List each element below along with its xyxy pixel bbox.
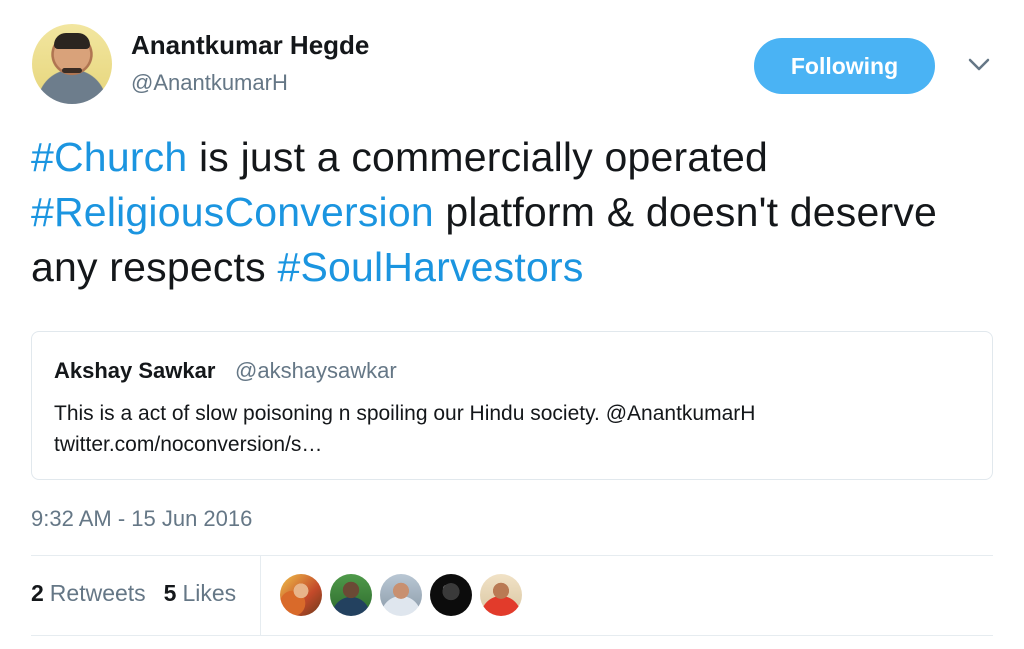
engagement-stats: 2 Retweets 5 Likes bbox=[31, 580, 236, 607]
divider bbox=[31, 555, 993, 556]
quoted-tweet-text: This is a act of slow poisoning n spoili… bbox=[54, 398, 954, 460]
liker-avatar[interactable] bbox=[280, 574, 322, 616]
tweet-timestamp[interactable]: 9:32 AM - 15 Jun 2016 bbox=[31, 506, 252, 532]
hashtag-link[interactable]: #ReligiousConversion bbox=[31, 189, 434, 235]
retweets-count: 2 bbox=[31, 580, 44, 606]
quoted-text-line: This is a act of slow poisoning n spoili… bbox=[54, 402, 756, 425]
quoted-tweet[interactable]: Akshay Sawkar @akshaysawkar This is a ac… bbox=[31, 331, 993, 480]
author-name[interactable]: Anantkumar Hegde bbox=[131, 30, 369, 61]
likes-count: 5 bbox=[163, 580, 177, 606]
chevron-down-icon[interactable] bbox=[966, 54, 992, 74]
divider bbox=[31, 635, 993, 636]
author-avatar[interactable] bbox=[32, 24, 112, 104]
quoted-link[interactable]: twitter.com/noconversion/s… bbox=[54, 429, 954, 460]
liker-avatar[interactable] bbox=[330, 574, 372, 616]
author-handle[interactable]: @AnantkumarH bbox=[131, 70, 288, 96]
divider bbox=[260, 556, 261, 636]
quoted-author-name: Akshay Sawkar bbox=[54, 358, 216, 383]
avatar-mustache bbox=[62, 68, 82, 73]
liker-avatar[interactable] bbox=[480, 574, 522, 616]
quoted-author-handle: @akshaysawkar bbox=[235, 358, 397, 383]
likers-avatars bbox=[280, 574, 522, 616]
retweets-stat[interactable]: 2 Retweets bbox=[31, 580, 146, 607]
hashtag-link[interactable]: #Church bbox=[31, 134, 187, 180]
liker-avatar[interactable] bbox=[430, 574, 472, 616]
following-button[interactable]: Following bbox=[754, 38, 935, 94]
tweet-text-segment: is just a commercially operated bbox=[187, 134, 768, 180]
likes-label: Likes bbox=[182, 580, 237, 606]
hashtag-link[interactable]: #SoulHarvestors bbox=[277, 244, 583, 290]
likes-stat[interactable]: 5 Likes bbox=[164, 580, 237, 607]
retweets-label: Retweets bbox=[49, 580, 146, 606]
liker-avatar[interactable] bbox=[380, 574, 422, 616]
avatar-hair bbox=[54, 33, 90, 49]
tweet-text: #Church is just a commercially operated … bbox=[31, 130, 991, 295]
